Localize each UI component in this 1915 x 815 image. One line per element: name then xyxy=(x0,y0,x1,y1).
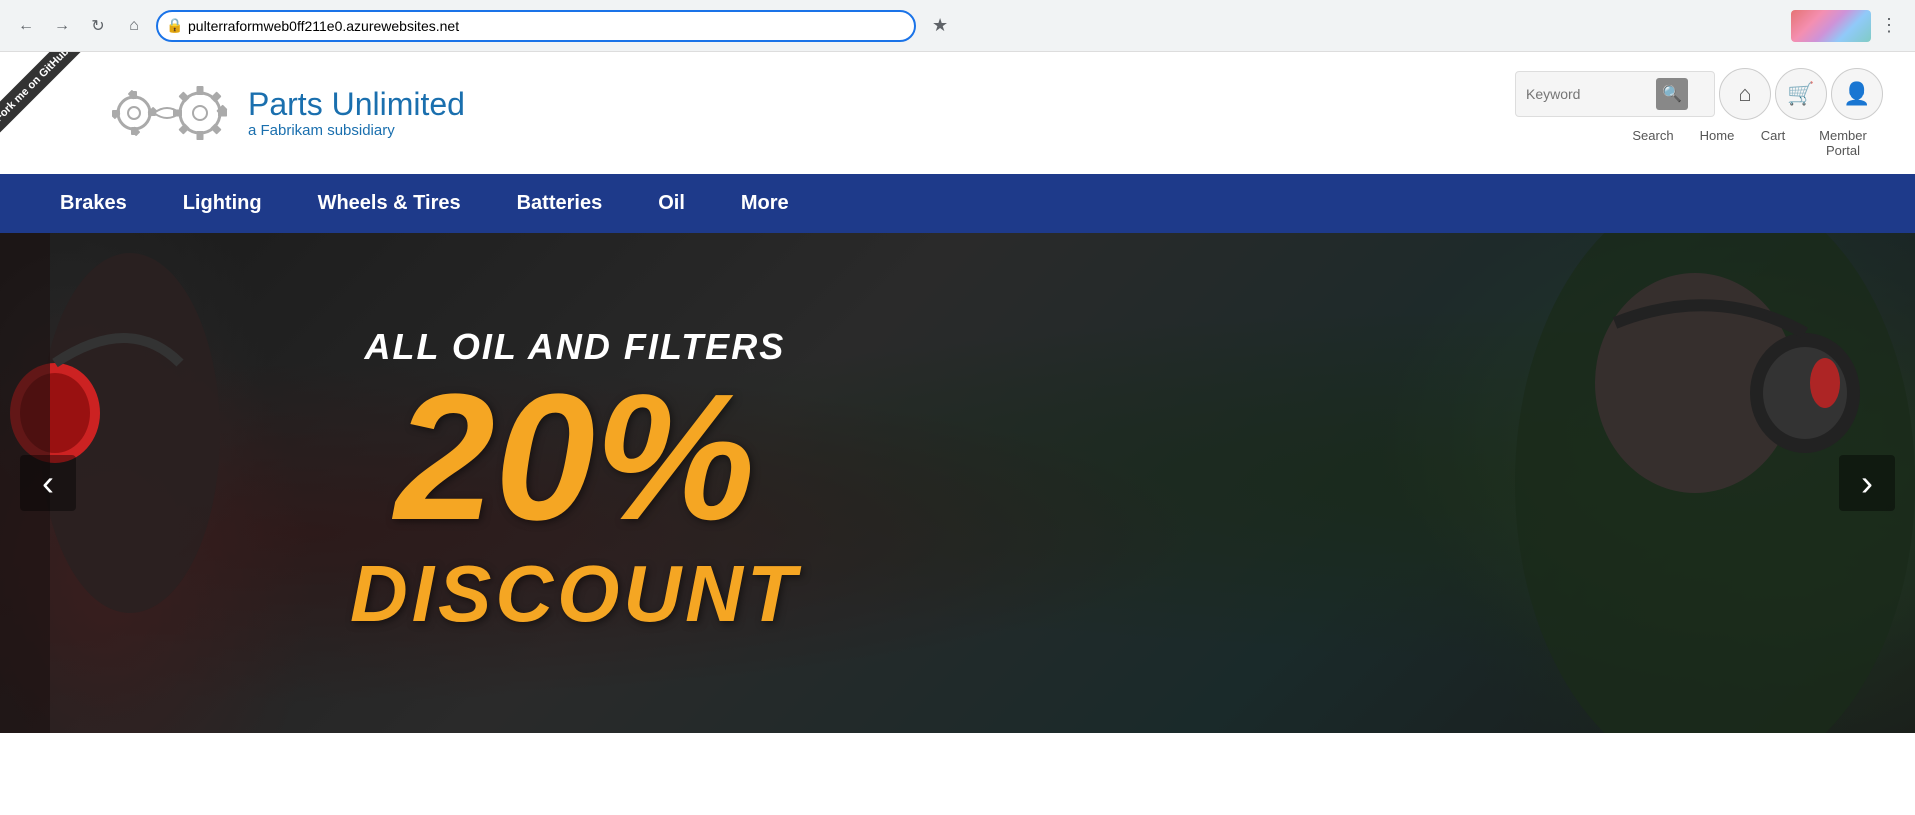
header-labels-row: Search Home Cart Member Portal xyxy=(1627,128,1883,158)
site-header: Fork me on GitHub xyxy=(0,52,1915,174)
home-icon-button[interactable]: ⌂ xyxy=(1719,68,1771,120)
nav-item-lighting[interactable]: Lighting xyxy=(155,174,290,233)
logo-title[interactable]: Parts Unlimited xyxy=(248,87,465,122)
search-icon: 🔍 xyxy=(1662,84,1682,104)
nav-item-batteries[interactable]: Batteries xyxy=(489,174,631,233)
address-bar[interactable] xyxy=(156,10,916,42)
site-wrapper: Fork me on GitHub xyxy=(0,52,1915,733)
hero-banner: ALL OIL AND FILTERS 20% DISCOUNT ‹ › xyxy=(0,233,1915,733)
home-label: Home xyxy=(1691,128,1743,158)
carousel-prev-button[interactable]: ‹ xyxy=(20,455,76,511)
search-bar: 🔍 xyxy=(1515,71,1715,117)
browser-chrome: ← → ↻ ⌂ 🔒 ★ ⋮ xyxy=(0,0,1915,52)
logo-gear-svg xyxy=(112,78,232,148)
address-bar-container: 🔒 xyxy=(156,10,916,42)
carousel-next-button[interactable]: › xyxy=(1839,455,1895,511)
nav-item-brakes[interactable]: Brakes xyxy=(32,174,155,233)
lock-icon: 🔒 xyxy=(166,17,183,34)
back-button[interactable]: ← xyxy=(12,12,40,40)
search-input[interactable] xyxy=(1526,86,1656,102)
header-right: 🔍 ⌂ 🛒 👤 Search Home Cart Member Portal xyxy=(1515,68,1883,158)
member-portal-label: Member Portal xyxy=(1803,128,1883,158)
browser-menu-button[interactable]: ⋮ xyxy=(1875,12,1903,40)
hero-person-right-svg xyxy=(1315,233,1915,733)
reload-button[interactable]: ↻ xyxy=(84,12,112,40)
profile-image xyxy=(1791,10,1871,42)
bookmark-star-icon[interactable]: ★ xyxy=(932,15,948,36)
member-portal-icon-button[interactable]: 👤 xyxy=(1831,68,1883,120)
user-icon: 👤 xyxy=(1843,81,1870,107)
home-icon: ⌂ xyxy=(1738,81,1751,107)
hero-content: ALL OIL AND FILTERS 20% DISCOUNT xyxy=(350,326,800,640)
cart-icon: 🛒 xyxy=(1787,81,1814,107)
hero-discount: DISCOUNT xyxy=(350,548,800,640)
hero-percent: 20% xyxy=(350,368,800,548)
cart-label: Cart xyxy=(1747,128,1799,158)
nav-item-oil[interactable]: Oil xyxy=(630,174,713,233)
home-button[interactable]: ⌂ xyxy=(120,12,148,40)
logo-subtitle: a Fabrikam subsidiary xyxy=(248,122,465,139)
cart-icon-button[interactable]: 🛒 xyxy=(1775,68,1827,120)
forward-button[interactable]: → xyxy=(48,12,76,40)
fork-ribbon[interactable]: Fork me on GitHub xyxy=(0,52,100,152)
logo-gears xyxy=(112,78,232,148)
logo-area: Parts Unlimited a Fabrikam subsidiary xyxy=(112,78,465,148)
nav-item-more[interactable]: More xyxy=(713,174,817,233)
search-button[interactable]: 🔍 xyxy=(1656,78,1688,110)
fork-ribbon-text: Fork me on GitHub xyxy=(0,52,82,135)
browser-profile-area: ⋮ xyxy=(1791,10,1903,42)
search-label: Search xyxy=(1627,128,1679,158)
nav-bar: Brakes Lighting Wheels & Tires Batteries… xyxy=(0,174,1915,233)
header-icons-row: 🔍 ⌂ 🛒 👤 xyxy=(1515,68,1883,120)
logo-text: Parts Unlimited a Fabrikam subsidiary xyxy=(248,87,465,139)
nav-item-wheels-tires[interactable]: Wheels & Tires xyxy=(290,174,489,233)
